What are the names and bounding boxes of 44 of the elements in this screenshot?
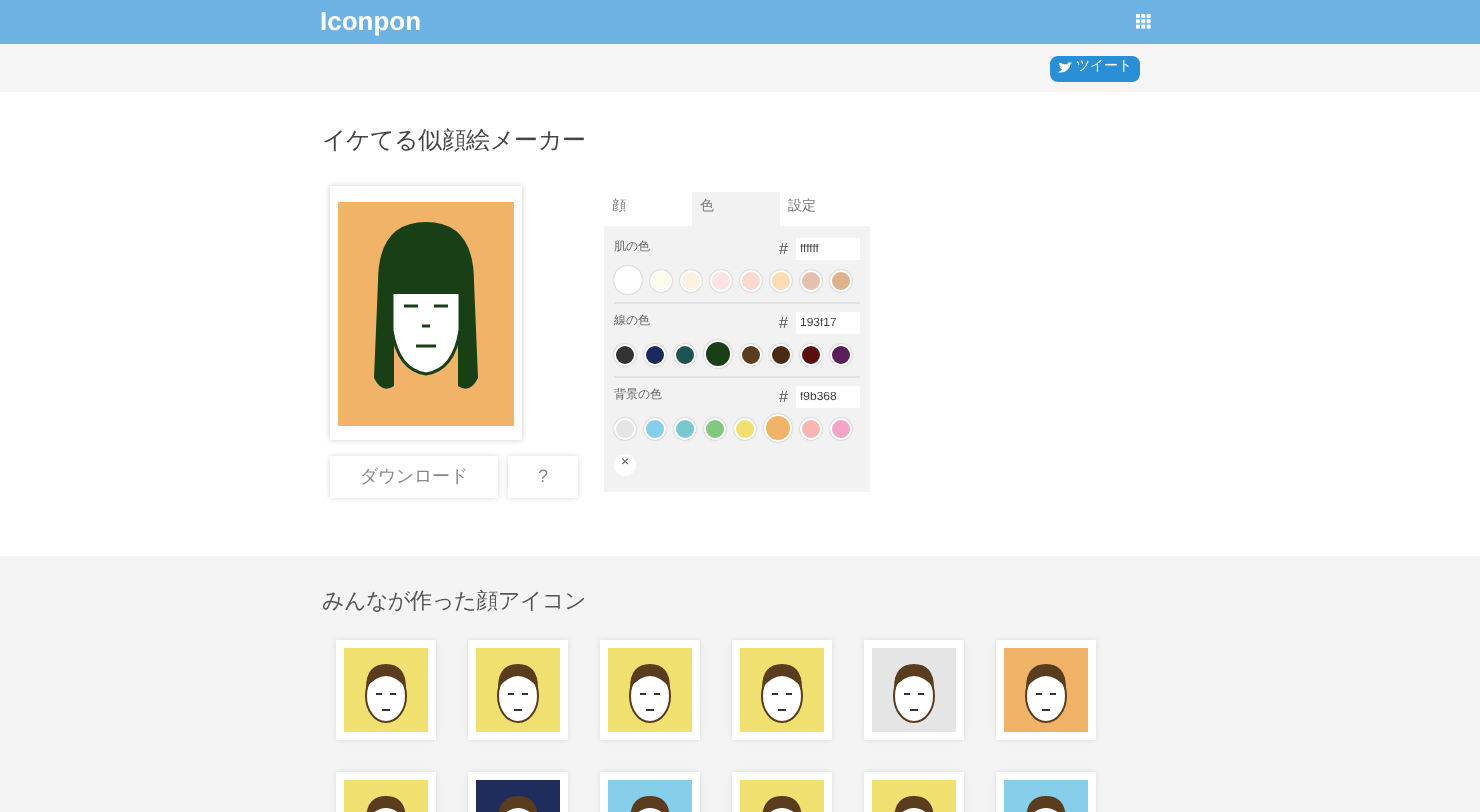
color-swatch[interactable] [830, 417, 852, 439]
bird-icon [1058, 62, 1072, 74]
color-swatch[interactable] [710, 269, 732, 291]
color-swatch[interactable] [650, 269, 672, 291]
color-swatch[interactable] [644, 417, 666, 439]
color-swatch[interactable] [800, 269, 822, 291]
color-swatch[interactable] [614, 417, 636, 439]
face-icon-drawing [344, 647, 428, 731]
color-swatch[interactable] [614, 266, 642, 294]
maker-title: イケてる似顔絵メーカー [322, 124, 588, 158]
color-swatch[interactable] [770, 269, 792, 291]
face-icon-drawing [608, 647, 692, 731]
hash-sign: # [779, 311, 788, 335]
color-swatch[interactable] [680, 269, 702, 291]
color-swatch[interactable] [674, 417, 696, 439]
color-swatch[interactable] [704, 417, 726, 439]
face-icon-drawing [476, 647, 560, 731]
color-swatch[interactable] [764, 414, 792, 442]
color-swatch[interactable] [830, 269, 852, 291]
color-swatch[interactable] [644, 343, 666, 365]
face-icon-drawing [872, 647, 956, 731]
face-icon-drawing [1004, 647, 1088, 731]
gallery-icon-card[interactable] [600, 639, 700, 739]
gallery-icon-card[interactable] [336, 639, 436, 739]
face-icon-drawing [740, 647, 824, 731]
color-swatch[interactable] [704, 340, 732, 368]
gallery-icon-card[interactable] [864, 639, 964, 739]
color-swatch[interactable] [674, 343, 696, 365]
color-swatch[interactable] [740, 269, 762, 291]
hash-sign: # [779, 237, 788, 261]
color-swatch[interactable] [734, 417, 756, 439]
hash-sign: # [779, 385, 788, 409]
gallery-icon-card[interactable] [468, 639, 568, 739]
color-swatch[interactable] [740, 343, 762, 365]
color-swatch[interactable] [800, 343, 822, 365]
color-swatch[interactable] [770, 343, 792, 365]
color-swatch[interactable] [830, 343, 852, 365]
download-button[interactable]: ダウンロード [330, 456, 498, 498]
help-button[interactable]: ? [508, 456, 578, 498]
gallery-title: みんなが作った顔アイコン [322, 587, 588, 618]
gallery-icon-card[interactable] [732, 639, 832, 739]
color-swatch[interactable] [614, 343, 636, 365]
color-swatch[interactable] [800, 417, 822, 439]
gallery-icon-card[interactable] [996, 639, 1096, 739]
